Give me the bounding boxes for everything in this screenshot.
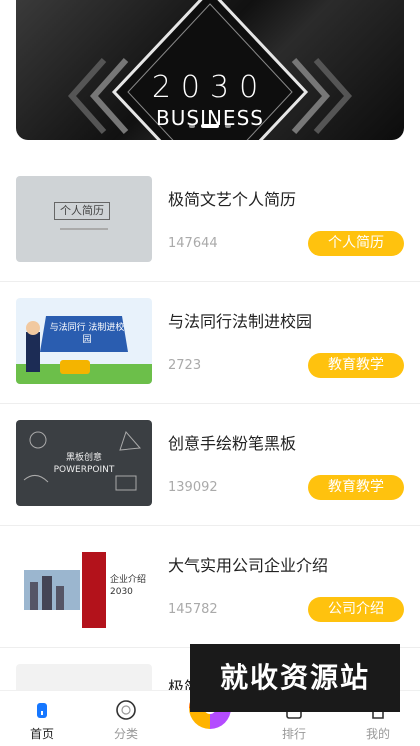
item-title: 大气实用公司企业介绍 bbox=[168, 556, 329, 575]
carousel-indicators bbox=[16, 124, 404, 128]
list-item[interactable]: 企业介绍 2030 大气实用公司企业介绍 145782 公司介绍 bbox=[0, 526, 420, 648]
item-tag[interactable]: 公司介绍 bbox=[308, 597, 404, 622]
carousel-dot-active[interactable] bbox=[201, 124, 219, 128]
banner-year: 2030 bbox=[151, 70, 269, 105]
item-count: 147644 bbox=[168, 236, 218, 251]
carousel-dot[interactable] bbox=[189, 124, 195, 128]
tab-category[interactable]: 分类 bbox=[84, 691, 168, 746]
carousel-dot[interactable] bbox=[225, 124, 231, 128]
item-thumbnail: 黑板创意 POWERPOINT bbox=[16, 420, 152, 506]
thumbnail-text: 与法同行 法制进校园 bbox=[49, 323, 125, 345]
item-thumbnail: 个人简历 bbox=[16, 176, 152, 262]
item-count: 139092 bbox=[168, 480, 218, 495]
tab-label: 首页 bbox=[29, 727, 54, 741]
home-icon bbox=[37, 703, 47, 718]
thumbnail-divider bbox=[60, 228, 108, 230]
item-tag[interactable]: 教育教学 bbox=[308, 475, 404, 500]
item-count: 2723 bbox=[168, 358, 202, 373]
tab-home[interactable]: 首页 bbox=[0, 691, 84, 746]
item-tag[interactable]: 个人简历 bbox=[308, 231, 404, 256]
list-item[interactable]: 与法同行 法制进校园 与法同行法制进校园 2723 教育教学 bbox=[0, 282, 420, 404]
item-title: 极简文艺个人简历 bbox=[168, 190, 297, 209]
list-item[interactable]: 黑板创意 POWERPOINT 创意手绘粉笔黑板 139092 教育教学 bbox=[0, 404, 420, 526]
banner-section: 2030 BUSINESS bbox=[0, 0, 420, 160]
tab-label: 我的 bbox=[365, 727, 390, 741]
thumbnail-text: 个人简历 bbox=[54, 202, 110, 220]
item-thumbnail: 企业介绍 2030 bbox=[16, 542, 152, 628]
thumbnail-text: 黑板创意 POWERPOINT bbox=[53, 453, 115, 475]
category-icon bbox=[116, 700, 136, 720]
watermark-overlay: 就收资源站 bbox=[190, 644, 400, 712]
thumbnail-text: 企业介绍 2030 bbox=[110, 575, 147, 597]
tab-label: 排行 bbox=[281, 727, 306, 741]
item-count: 145782 bbox=[168, 602, 218, 617]
list-item[interactable]: 个人简历 极简文艺个人简历 147644 个人简历 bbox=[0, 160, 420, 282]
item-title: 与法同行法制进校园 bbox=[168, 312, 313, 331]
tab-label: 分类 bbox=[113, 727, 138, 741]
item-title: 创意手绘粉笔黑板 bbox=[168, 434, 297, 453]
item-thumbnail: 与法同行 法制进校园 bbox=[16, 298, 152, 384]
item-tag[interactable]: 教育教学 bbox=[308, 353, 404, 378]
banner-carousel[interactable]: 2030 BUSINESS bbox=[16, 0, 404, 140]
